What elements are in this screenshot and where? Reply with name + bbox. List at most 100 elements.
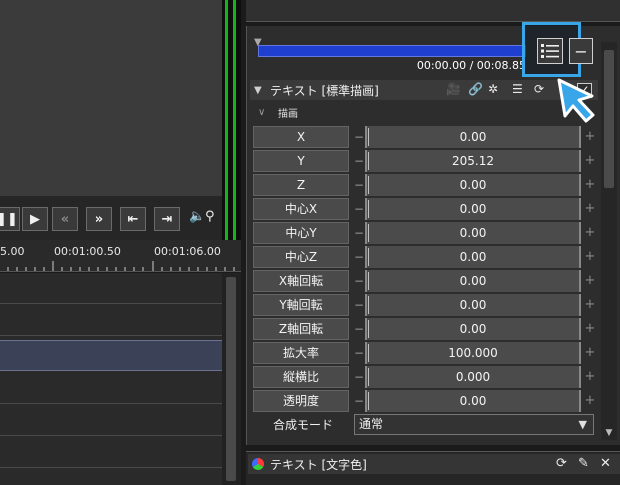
decrement-button[interactable]: − <box>353 294 365 316</box>
close-icon[interactable]: ✕ <box>600 456 611 471</box>
param-value-slider[interactable]: 0.00 <box>365 174 581 196</box>
increment-button[interactable]: + <box>583 294 597 316</box>
section-header[interactable]: ▼ テキスト [標準描画] 🎥 🔗 ✲ ☰ ⟳ <box>250 80 598 100</box>
decrement-button[interactable]: − <box>353 222 365 244</box>
param-label[interactable]: X軸回転 <box>253 270 349 292</box>
increment-button[interactable]: + <box>583 150 597 172</box>
param-label[interactable]: 中心Y <box>253 222 349 244</box>
video-preview <box>0 0 222 196</box>
param-value: 0.00 <box>459 298 487 312</box>
chevron-down-icon[interactable]: ∨ <box>258 107 274 118</box>
param-value-slider[interactable]: 0.000 <box>365 366 581 388</box>
increment-button[interactable]: + <box>583 246 597 268</box>
param-label[interactable]: 中心Z <box>253 246 349 268</box>
param-row: Y軸回転 − 0.00 + <box>253 294 598 316</box>
param-value-slider[interactable]: 0.00 <box>365 222 581 244</box>
object-seekbar[interactable] <box>258 45 526 57</box>
blend-mode-select[interactable]: 通常 ▼ <box>354 414 594 435</box>
decrement-button[interactable]: − <box>353 198 365 220</box>
subsection-label: 描画 <box>278 108 298 120</box>
timeline-tracks[interactable] <box>0 273 222 485</box>
param-label[interactable]: Z軸回転 <box>253 318 349 340</box>
scroll-down-icon[interactable]: ▼ <box>601 426 617 440</box>
param-label[interactable]: X <box>253 126 349 148</box>
param-value-slider[interactable]: 0.00 <box>365 270 581 292</box>
param-value-slider[interactable]: 0.00 <box>365 318 581 340</box>
collapse-triangle-icon[interactable]: ▼ <box>254 85 266 96</box>
decrement-button[interactable]: − <box>353 150 365 172</box>
timeline-ruler[interactable]: 5.00 00:01:00.50 00:01:06.00 <box>0 240 241 272</box>
increment-button[interactable]: + <box>583 270 597 292</box>
timeline-track[interactable] <box>0 437 222 468</box>
param-row: 中心X − 0.00 + <box>253 198 598 220</box>
camera-icon[interactable]: 🎥 <box>446 82 461 96</box>
decrement-button[interactable]: − <box>353 174 365 196</box>
volume-icon[interactable]: 🔈 <box>189 209 205 224</box>
fast-forward-button[interactable]: » <box>86 207 112 231</box>
pause-button[interactable]: ❚❚ <box>0 207 20 231</box>
param-value-slider[interactable]: 205.12 <box>365 150 581 172</box>
param-row: 中心Z − 0.00 + <box>253 246 598 268</box>
timeline-track[interactable] <box>0 373 222 404</box>
list-menu-button[interactable] <box>537 38 563 64</box>
timeline-scrollbar[interactable] <box>222 273 241 485</box>
link-icon[interactable]: 🔗 <box>468 82 483 96</box>
param-value-slider[interactable]: 100.000 <box>365 342 581 364</box>
increment-button[interactable]: + <box>583 366 597 388</box>
jump-to-start-button[interactable]: ⇤ <box>120 207 146 231</box>
timeline-track[interactable] <box>0 273 222 304</box>
decrement-button[interactable]: − <box>353 246 365 268</box>
refresh-icon[interactable]: ⟳ <box>534 82 544 96</box>
increment-button[interactable]: + <box>583 174 597 196</box>
properties-scrollbar[interactable]: ▼ <box>601 42 617 440</box>
increment-button[interactable]: + <box>583 198 597 220</box>
subsection-header[interactable]: ∨ 描画 <box>256 104 456 120</box>
dropdown-arrow-icon: ▼ <box>578 418 587 431</box>
param-label[interactable]: 拡大率 <box>253 342 349 364</box>
param-value: 100.000 <box>448 346 498 360</box>
param-value: 0.00 <box>459 322 487 336</box>
param-row: X軸回転 − 0.00 + <box>253 270 598 292</box>
ruler-label: 5.00 <box>0 245 25 258</box>
collapse-button[interactable]: − <box>569 38 593 64</box>
jump-to-end-button[interactable]: ⇥ <box>154 207 180 231</box>
decrement-button[interactable]: − <box>353 342 365 364</box>
decrement-button[interactable]: − <box>353 366 365 388</box>
param-label[interactable]: Z <box>253 174 349 196</box>
rewind-button[interactable]: « <box>52 207 78 231</box>
param-value-slider[interactable]: 0.00 <box>365 390 581 412</box>
param-label[interactable]: Y軸回転 <box>253 294 349 316</box>
eyedropper-icon[interactable]: ✎ <box>578 456 589 471</box>
timeline-track-selected[interactable] <box>0 340 222 371</box>
decrement-button[interactable]: − <box>353 318 365 340</box>
increment-button[interactable]: + <box>583 342 597 364</box>
decrement-button[interactable]: − <box>353 270 365 292</box>
increment-button[interactable]: + <box>583 222 597 244</box>
list-small-icon[interactable]: ☰ <box>512 82 523 96</box>
increment-button[interactable]: + <box>583 318 597 340</box>
refresh-icon[interactable]: ⟳ <box>556 456 567 471</box>
param-value-slider[interactable]: 0.00 <box>365 246 581 268</box>
play-button[interactable]: ▶ <box>22 207 48 231</box>
increment-button[interactable]: + <box>583 390 597 412</box>
section-title: テキスト [標準描画] <box>270 83 379 98</box>
param-value: 0.00 <box>459 202 487 216</box>
param-label[interactable]: Y <box>253 150 349 172</box>
param-label[interactable]: 中心X <box>253 198 349 220</box>
audio-level-meter <box>222 0 241 240</box>
param-label[interactable]: 透明度 <box>253 390 349 412</box>
decrement-button[interactable]: − <box>353 126 365 148</box>
ruler-ticks <box>7 261 235 271</box>
param-label[interactable]: 縦横比 <box>253 366 349 388</box>
timeline-track[interactable] <box>0 405 222 436</box>
param-value-slider[interactable]: 0.00 <box>365 126 581 148</box>
zoom-icon[interactable]: ⚲ <box>205 209 215 224</box>
param-value: 0.00 <box>459 226 487 240</box>
timeline-track[interactable] <box>0 305 222 336</box>
effect-icon[interactable]: ✲ <box>488 82 498 96</box>
param-value-slider[interactable]: 0.00 <box>365 198 581 220</box>
increment-button[interactable]: + <box>583 126 597 148</box>
decrement-button[interactable]: − <box>353 390 365 412</box>
param-value-slider[interactable]: 0.00 <box>365 294 581 316</box>
list-icon <box>541 44 559 58</box>
